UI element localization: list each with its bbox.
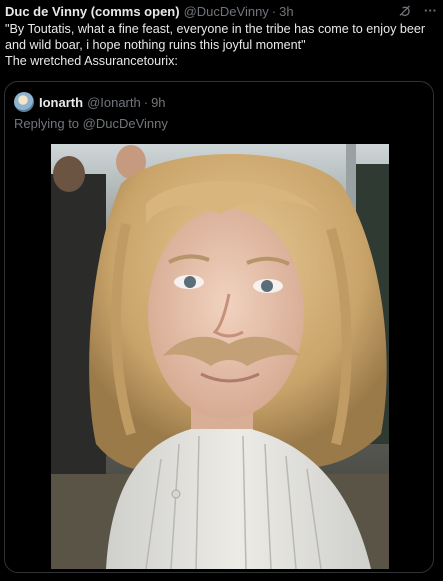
quote-header: Ionarth @Ionarth · 9h [14, 92, 166, 112]
photo-illustration [51, 144, 389, 569]
replying-to-handle[interactable]: @DucDeVinny [83, 116, 168, 131]
tweet-header: Duc de Vinny (comms open) @DucDeVinny · … [5, 3, 437, 19]
author-name[interactable]: Duc de Vinny (comms open) [5, 4, 180, 19]
quote-author-name[interactable]: Ionarth [39, 95, 83, 110]
quote-separator-dot: · [143, 94, 149, 110]
separator-dot: · [271, 3, 277, 19]
tweet-text: "By Toutatis, what a fine feast, everyon… [5, 22, 426, 68]
replying-to-line: Replying to @DucDeVinny [14, 116, 168, 131]
tweet[interactable]: Duc de Vinny (comms open) @DucDeVinny · … [0, 0, 443, 581]
author-handle[interactable]: @DucDeVinny [184, 4, 269, 19]
replying-prefix: Replying to [14, 116, 83, 131]
media-photo[interactable] [51, 144, 389, 569]
quote-time[interactable]: 9h [151, 95, 165, 110]
header-actions: ··· [398, 3, 437, 18]
quote-author-handle[interactable]: @Ionarth [87, 95, 141, 110]
quote-tweet-card[interactable]: Ionarth @Ionarth · 9h Replying to @DucDe… [4, 81, 434, 573]
grok-icon[interactable] [398, 4, 412, 18]
avatar[interactable] [14, 92, 34, 112]
more-icon[interactable]: ··· [424, 3, 437, 18]
tweet-time[interactable]: 3h [279, 4, 293, 19]
